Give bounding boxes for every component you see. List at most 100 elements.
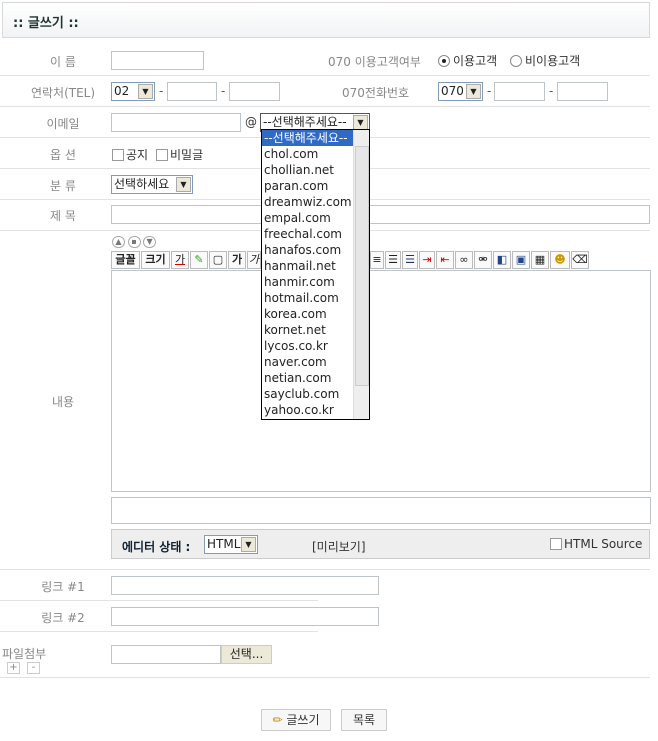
category-label: 분 류	[50, 179, 76, 193]
write-button-label: 글쓰기	[286, 713, 320, 727]
editor-mode-select[interactable]: HTML ▼	[204, 535, 258, 554]
dash: -	[159, 84, 164, 98]
tel-label: 연락처(TEL)	[30, 86, 96, 100]
dropdown-option[interactable]: --선택해주세요--	[262, 130, 353, 146]
link2-label: 링크 #2	[41, 611, 85, 625]
secret-checkbox[interactable]: 비밀글	[156, 146, 203, 163]
checkbox[interactable]	[550, 538, 562, 550]
at-sign: @	[245, 115, 257, 129]
editor-grow-button[interactable]: ▼	[143, 236, 157, 248]
subject-input[interactable]	[111, 205, 650, 224]
italic-button[interactable]: 가	[247, 251, 261, 269]
radio-nonuser-button[interactable]	[510, 55, 522, 67]
notice-label: 공지	[126, 148, 149, 162]
media-icon[interactable]: ◧	[493, 251, 511, 269]
highlight-pen-icon[interactable]: ✎	[190, 251, 208, 269]
editor-status-bar: 에디터 상태 : HTML ▼ [미리보기] HTML Source	[111, 529, 650, 559]
eraser-icon[interactable]: ⌫	[571, 251, 589, 269]
html-source-checkbox[interactable]: HTML Source	[550, 537, 642, 551]
radio-user-button[interactable]	[438, 55, 450, 67]
unlink-icon[interactable]: ⚮	[474, 251, 492, 269]
editor-resize-controls: ▲ ▪ ▼	[112, 236, 157, 248]
customer-070-label: 070 이용고객여부	[328, 55, 421, 69]
dropdown-option[interactable]: naver.com	[262, 354, 353, 370]
dropdown-option[interactable]: chollian.net	[262, 162, 353, 178]
dropdown-option[interactable]: empal.com	[262, 210, 353, 226]
dash: -	[549, 84, 554, 98]
email-label: 이메일	[46, 117, 80, 131]
dash: -	[487, 84, 492, 98]
dropdown-option[interactable]: dreamwiz.com	[262, 194, 353, 210]
pencil-icon: ✏	[272, 713, 283, 727]
image-icon[interactable]: ▣	[512, 251, 530, 269]
link1-input[interactable]	[111, 576, 379, 595]
radio-user[interactable]: 이용고객	[438, 52, 497, 69]
box-icon[interactable]: ▢	[209, 251, 227, 269]
email-domain-dropdown[interactable]: --선택해주세요-- chol.com chollian.net paran.com d…	[261, 129, 370, 420]
dropdown-option[interactable]: paran.com	[262, 178, 353, 194]
bullet-list-icon[interactable]: ☰	[402, 251, 418, 269]
numbered-list-icon[interactable]: ☰	[385, 251, 401, 269]
editor-status-label: 에디터 상태 :	[122, 540, 191, 554]
notice-checkbox[interactable]: 공지	[112, 146, 148, 163]
category-select[interactable]: 선택하세요 ▼	[111, 175, 193, 194]
dropdown-option[interactable]: netian.com	[262, 370, 353, 386]
dropdown-option[interactable]: hotmail.com	[262, 290, 353, 306]
editor-source-area[interactable]	[111, 497, 651, 524]
editor-mode-value: HTML	[207, 537, 241, 551]
dropdown-option[interactable]: hanmail.net	[262, 258, 353, 274]
phone-070-last-input[interactable]	[557, 82, 608, 101]
editor-body[interactable]	[111, 270, 651, 492]
category-value: 선택하세요	[114, 177, 170, 191]
remove-file-button[interactable]: -	[27, 662, 40, 674]
checkbox[interactable]	[156, 149, 168, 161]
dropdown-option[interactable]: hanafos.com	[262, 242, 353, 258]
chevron-down-icon: ▼	[176, 177, 191, 192]
list-button[interactable]: 목록	[341, 709, 387, 731]
dropdown-option[interactable]: lycos.co.kr	[262, 338, 353, 354]
link-icon[interactable]: ∞	[455, 251, 473, 269]
file-input[interactable]	[111, 645, 221, 664]
align-icon[interactable]: ≡	[370, 251, 384, 269]
table-icon[interactable]: ▦	[531, 251, 549, 269]
dropdown-scrollbar[interactable]	[353, 130, 369, 419]
file-browse-button[interactable]: 선택...	[221, 645, 272, 664]
dropdown-option[interactable]: sayclub.com	[262, 386, 353, 402]
add-file-button[interactable]: +	[7, 662, 20, 674]
indent-icon[interactable]: ⇥	[419, 251, 435, 269]
name-input[interactable]	[111, 51, 204, 70]
phone-070-prefix-value: 070	[441, 84, 464, 98]
scrollbar-thumb[interactable]	[355, 146, 369, 386]
dropdown-option[interactable]: kornet.net	[262, 322, 353, 338]
dropdown-option[interactable]: chol.com	[262, 146, 353, 162]
link2-input[interactable]	[111, 607, 379, 626]
bold-button[interactable]: 가	[228, 251, 246, 269]
tel-last-input[interactable]	[229, 82, 280, 101]
divider	[0, 677, 650, 678]
chevron-down-icon: ▼	[241, 537, 256, 552]
phone-070-prefix-select[interactable]: 070 ▼	[438, 82, 483, 101]
editor-shrink-button[interactable]: ▲	[112, 236, 125, 248]
html-source-label: HTML Source	[564, 537, 643, 551]
radio-nonuser[interactable]: 비이용고객	[510, 52, 580, 69]
link1-label: 링크 #1	[41, 580, 85, 594]
editor-reset-button[interactable]: ▪	[127, 236, 141, 248]
checkbox[interactable]	[112, 149, 124, 161]
font-color-button[interactable]: 가	[171, 251, 189, 269]
outdent-icon[interactable]: ⇤	[436, 251, 454, 269]
font-size-button[interactable]: 크기	[141, 251, 170, 269]
font-button[interactable]: 글꼴	[111, 251, 140, 269]
tel-area-select[interactable]: 02 ▼	[111, 82, 155, 101]
emoticon-icon[interactable]: ☻	[550, 251, 570, 269]
dropdown-option[interactable]: freechal.com	[262, 226, 353, 242]
dropdown-option[interactable]: korea.com	[262, 306, 353, 322]
dropdown-option[interactable]: hanmir.com	[262, 274, 353, 290]
tel-mid-input[interactable]	[167, 82, 217, 101]
write-button[interactable]: ✏ 글쓰기	[261, 709, 331, 731]
preview-link[interactable]: [미리보기]	[312, 538, 366, 555]
email-id-input[interactable]	[111, 113, 241, 132]
chevron-down-icon: ▼	[466, 84, 481, 99]
phone-070-mid-input[interactable]	[494, 82, 545, 101]
tel-area-value: 02	[114, 84, 130, 98]
dropdown-option[interactable]: yahoo.co.kr	[262, 402, 353, 418]
